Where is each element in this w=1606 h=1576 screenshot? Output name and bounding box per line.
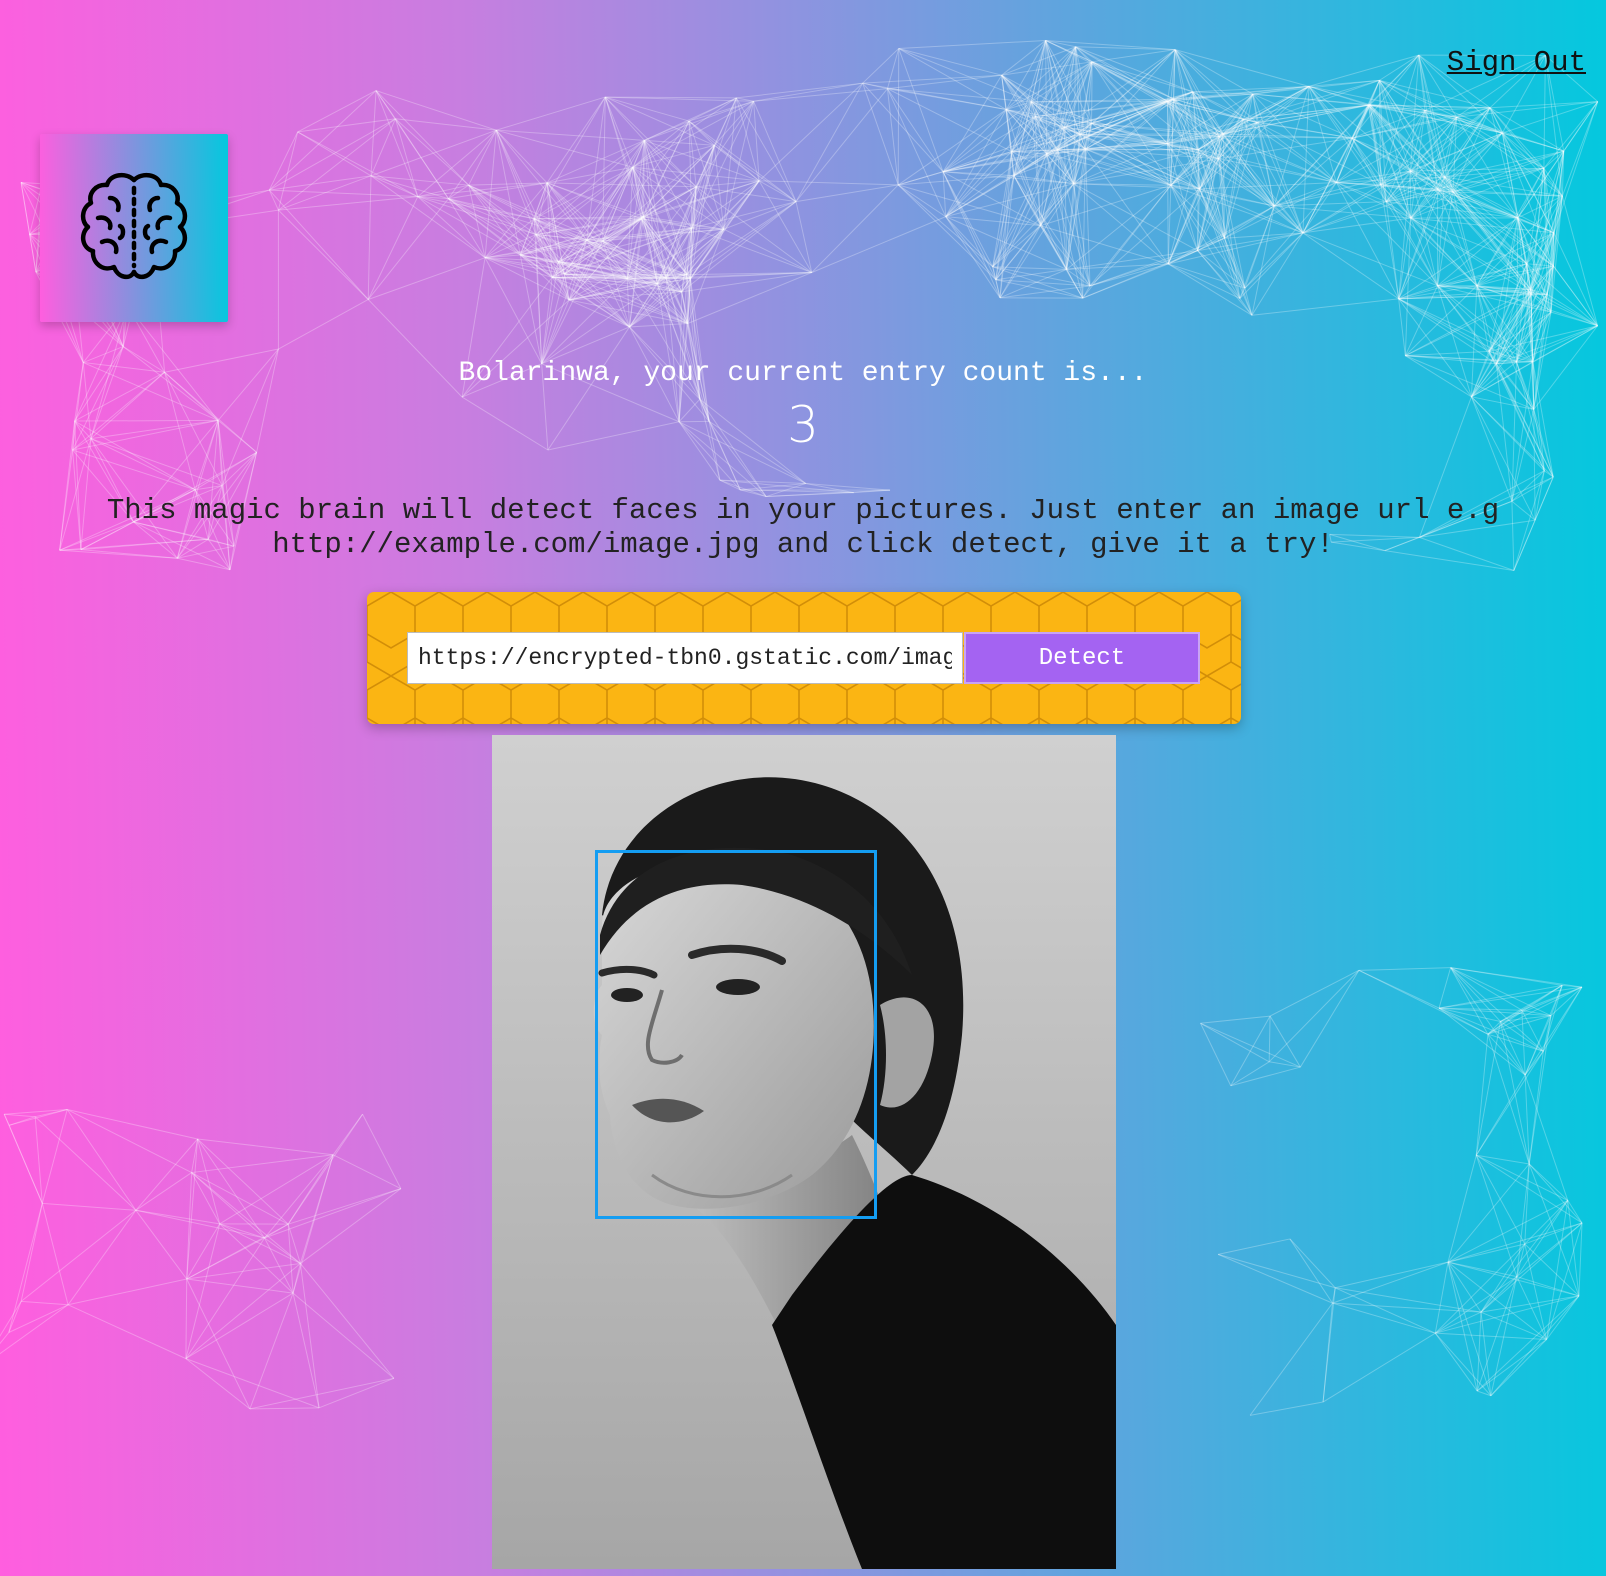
entry-count-value: 3 <box>787 396 819 454</box>
brain-icon <box>80 172 188 280</box>
face-bounding-box <box>595 850 877 1219</box>
result-image <box>492 735 1116 1569</box>
top-nav: Sign Out <box>1447 46 1586 79</box>
image-url-input[interactable] <box>407 632 963 684</box>
sign-out-link[interactable]: Sign Out <box>1447 46 1586 79</box>
logo-tile[interactable] <box>40 134 228 322</box>
detect-button[interactable]: Detect <box>964 632 1200 684</box>
image-url-form: Detect <box>367 592 1241 724</box>
intro-text: This magic brain will detect faces in yo… <box>106 494 1500 561</box>
entry-count-message: Bolarinwa, your current entry count is..… <box>458 358 1148 389</box>
